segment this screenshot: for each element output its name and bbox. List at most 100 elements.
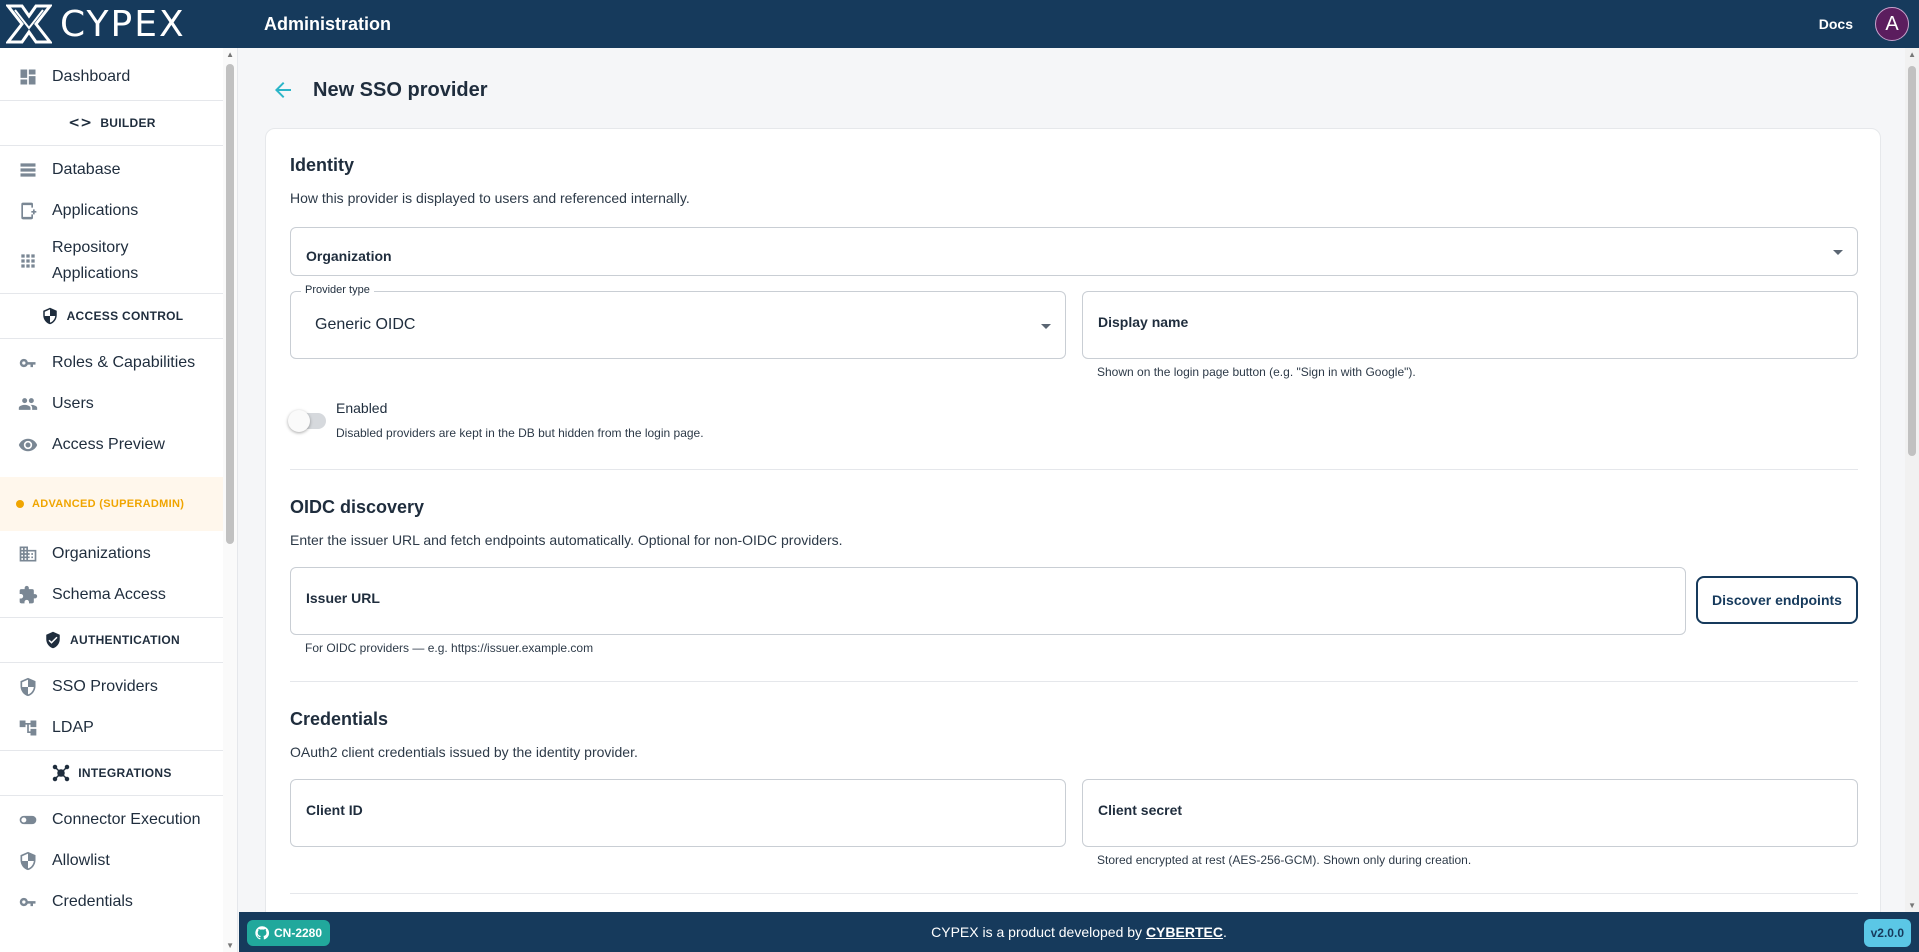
sidebar-item-connector-execution[interactable]: Connector Execution [0,799,224,840]
verified-shield-icon [46,631,60,649]
section-integrations: INTEGRATIONS [0,750,224,796]
footer-prefix: CYPEX is a product developed by [931,924,1146,940]
sidebar-item-label: Dashboard [52,67,131,85]
sidebar-scroll-thumb[interactable] [226,64,234,544]
sidebar-item-applications[interactable]: Applications [0,190,224,231]
oidc-title: OIDC discovery [290,497,425,517]
credentials-title: Credentials [290,709,389,729]
scroll-up-icon[interactable]: ▲ [226,50,234,59]
enabled-toggle[interactable] [288,410,326,432]
logo-text: CYPEX [60,3,186,45]
scroll-down-icon[interactable]: ▼ [1908,901,1916,910]
section-access-control: ACCESS CONTROL [0,293,224,339]
client-id-field[interactable]: Client ID [290,779,1066,847]
client-secret-helper: Stored encrypted at rest (AES-256-GCM). … [1097,853,1472,867]
cypex-logo[interactable]: CYPEX [0,0,264,48]
sidebar-scrollbar[interactable]: ▲ ▼ [223,48,237,952]
sidebar-item-repository-applications[interactable]: Repository Applications [0,231,200,291]
section-label: ACCESS CONTROL [66,309,184,323]
footer-text: CYPEX is a product developed by CYBERTEC… [931,924,1227,940]
main-scrollbar[interactable]: ▲ ▼ [1905,48,1919,912]
display-name-helper: Shown on the login page button (e.g. "Si… [1097,365,1416,379]
sidebar-item-label: Database [52,160,121,178]
key-icon [18,892,38,912]
toggle-knob [288,410,310,432]
section-label: ADVANCED (SUPERADMIN) [32,498,185,510]
section-authentication: AUTHENTICATION [0,617,224,663]
enabled-label: Enabled [336,400,388,416]
client-secret-label: Client secret [1098,802,1183,818]
organization-select[interactable]: Organization [290,227,1858,276]
divider [290,681,1858,682]
branch-label: CN-2280 [274,926,323,940]
issuer-url-field[interactable]: Issuer URL [290,567,1686,635]
sidebar-item-database[interactable]: Database [0,149,224,190]
chevron-down-icon [1833,250,1843,255]
sidebar-item-credentials[interactable]: Credentials [0,881,224,922]
sidebar-item-schema-access[interactable]: Schema Access [0,574,224,615]
grid-icon [18,251,38,271]
display-name-field[interactable]: Display name [1082,291,1858,359]
sidebar-item-allowlist[interactable]: Allowlist [0,840,224,881]
sidebar-item-sso-providers[interactable]: SSO Providers [0,666,224,707]
provider-type-value: Generic OIDC [315,316,416,333]
client-secret-field[interactable]: Client secret [1082,779,1858,847]
section-advanced: ADVANCED (SUPERADMIN) [0,477,224,531]
sidebar-item-label: LDAP [52,718,94,736]
divider [290,469,1858,470]
back-arrow-icon[interactable] [271,78,295,102]
top-bar: CYPEX Administration Docs A [0,0,1919,48]
key-icon [18,353,38,373]
provider-type-select[interactable]: Provider type Generic OIDC [290,284,1066,359]
sidebar-item-label: Connector Execution [52,810,201,828]
avatar[interactable]: A [1875,7,1909,41]
scroll-up-icon[interactable]: ▲ [1908,50,1916,59]
sidebar-item-label: Credentials [52,892,133,910]
warning-dot-icon [16,500,24,508]
footer: CN-2280 CYPEX is a product developed by … [239,912,1919,952]
organization-label: Organization [306,248,392,264]
eye-icon [18,435,38,455]
toggle-icon [18,810,38,830]
sidebar-item-label: Access Preview [52,435,165,453]
sidebar-item-access-preview[interactable]: Access Preview [0,424,224,465]
sidebar-item-label: Roles & Capabilities [52,353,196,371]
github-icon [255,926,269,940]
cypex-logo-icon [6,4,52,44]
issuer-url-helper: For OIDC providers — e.g. https://issuer… [305,641,594,655]
shield-icon [18,851,38,871]
sidebar-item-label: SSO Providers [52,677,158,695]
shield-icon [42,307,57,325]
identity-description: How this provider is displayed to users … [290,190,690,206]
sidebar-item-dashboard[interactable]: Dashboard [0,56,224,97]
sidebar-item-roles-capabilities[interactable]: Roles & Capabilities [0,342,224,383]
sidebar-item-ldap[interactable]: LDAP [0,707,224,748]
shield-icon [18,677,38,697]
oidc-description: Enter the issuer URL and fetch endpoints… [290,532,843,548]
cybertec-link[interactable]: CYBERTEC [1146,924,1223,940]
identity-title: Identity [290,155,355,175]
sidebar-item-label: Users [52,394,94,412]
sidebar-item-organizations[interactable]: Organizations [0,533,224,574]
display-name-label: Display name [1098,314,1189,330]
building-icon [18,544,38,564]
footer-suffix: . [1222,924,1227,940]
scroll-down-icon[interactable]: ▼ [226,941,234,950]
discover-endpoints-button[interactable]: Discover endpoints [1696,576,1858,624]
provider-form-card: Identity How this provider is displayed … [265,128,1881,912]
main-scroll-thumb[interactable] [1908,66,1916,456]
puzzle-icon [18,585,38,605]
database-icon [18,160,38,180]
section-label: AUTHENTICATION [70,633,180,647]
provider-type-label: Provider type [301,284,374,296]
sidebar-item-users[interactable]: Users [0,383,224,424]
sidebar-item-label: Allowlist [52,851,110,869]
chevron-down-icon [1041,324,1051,329]
docs-link[interactable]: Docs [1819,16,1853,32]
hub-icon [53,764,70,782]
code-icon: <> [68,115,93,131]
divider [290,893,1858,894]
tree-icon [18,718,38,738]
branch-badge[interactable]: CN-2280 [247,920,331,946]
version-badge: v2.0.0 [1863,919,1911,947]
